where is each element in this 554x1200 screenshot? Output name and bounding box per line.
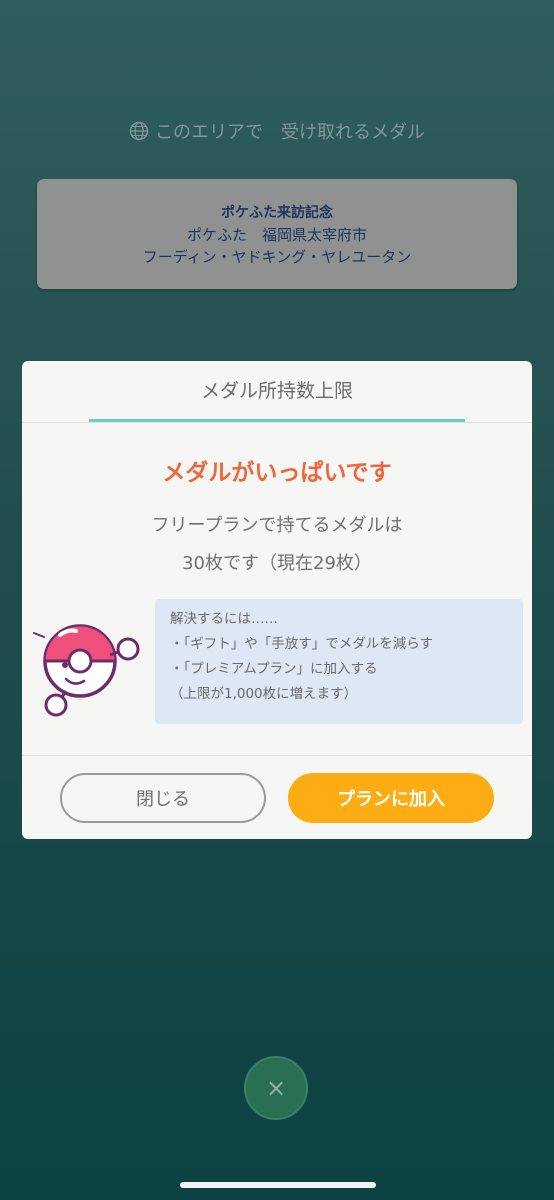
title-divider [22,422,532,423]
solution-note: （上限が1,000枚に増えます） [170,686,358,702]
solution-item-gift: ・「ギフト」や「手放す」でメダルを減らす [170,636,433,652]
solution-box: 解決するには…… ・「ギフト」や「手放す」でメダルを減らす ・「プレミアムプラン… [155,599,523,724]
footer-divider [22,755,532,756]
globe-icon [129,121,149,141]
limit-message-line1: フリープランで持てるメダルは [151,515,403,536]
mascot-icon [33,624,140,717]
medal-card-pokemon: フーディン・ヤドキング・ヤレユータン [142,248,412,266]
close-icon[interactable]: × [244,1056,308,1120]
home-indicator[interactable] [180,1182,376,1188]
solution-item-premium: ・「プレミアムプラン」に加入する [170,661,378,677]
limit-message-line2: 30枚です（現在29枚） [182,553,372,574]
solution-intro: 解決するには…… [170,611,278,627]
medal-limit-dialog: メダル所持数上限 メダルがいっぱいです フリープランで持てるメダルは 30枚です… [22,361,532,839]
medal-card-location: ポケふた 福岡県太宰府市 [186,226,367,244]
area-medals-label: このエリアで 受け取れるメダル [155,122,425,143]
limit-message: フリープランで持てるメダルは 30枚です（現在29枚） [22,507,532,583]
close-button[interactable]: 閉じる [60,773,266,823]
join-plan-button[interactable]: プランに加入 [288,773,494,823]
area-medals-header: このエリアで 受け取れるメダル [0,116,554,146]
medal-card[interactable]: ポケふた来訪記念 ポケふた 福岡県太宰府市 フーディン・ヤドキング・ヤレユータン [37,179,517,289]
alert-heading: メダルがいっぱいです [162,460,392,486]
dialog-title: メダル所持数上限 [200,380,353,402]
medal-card-title: ポケふた来訪記念 [221,205,333,221]
